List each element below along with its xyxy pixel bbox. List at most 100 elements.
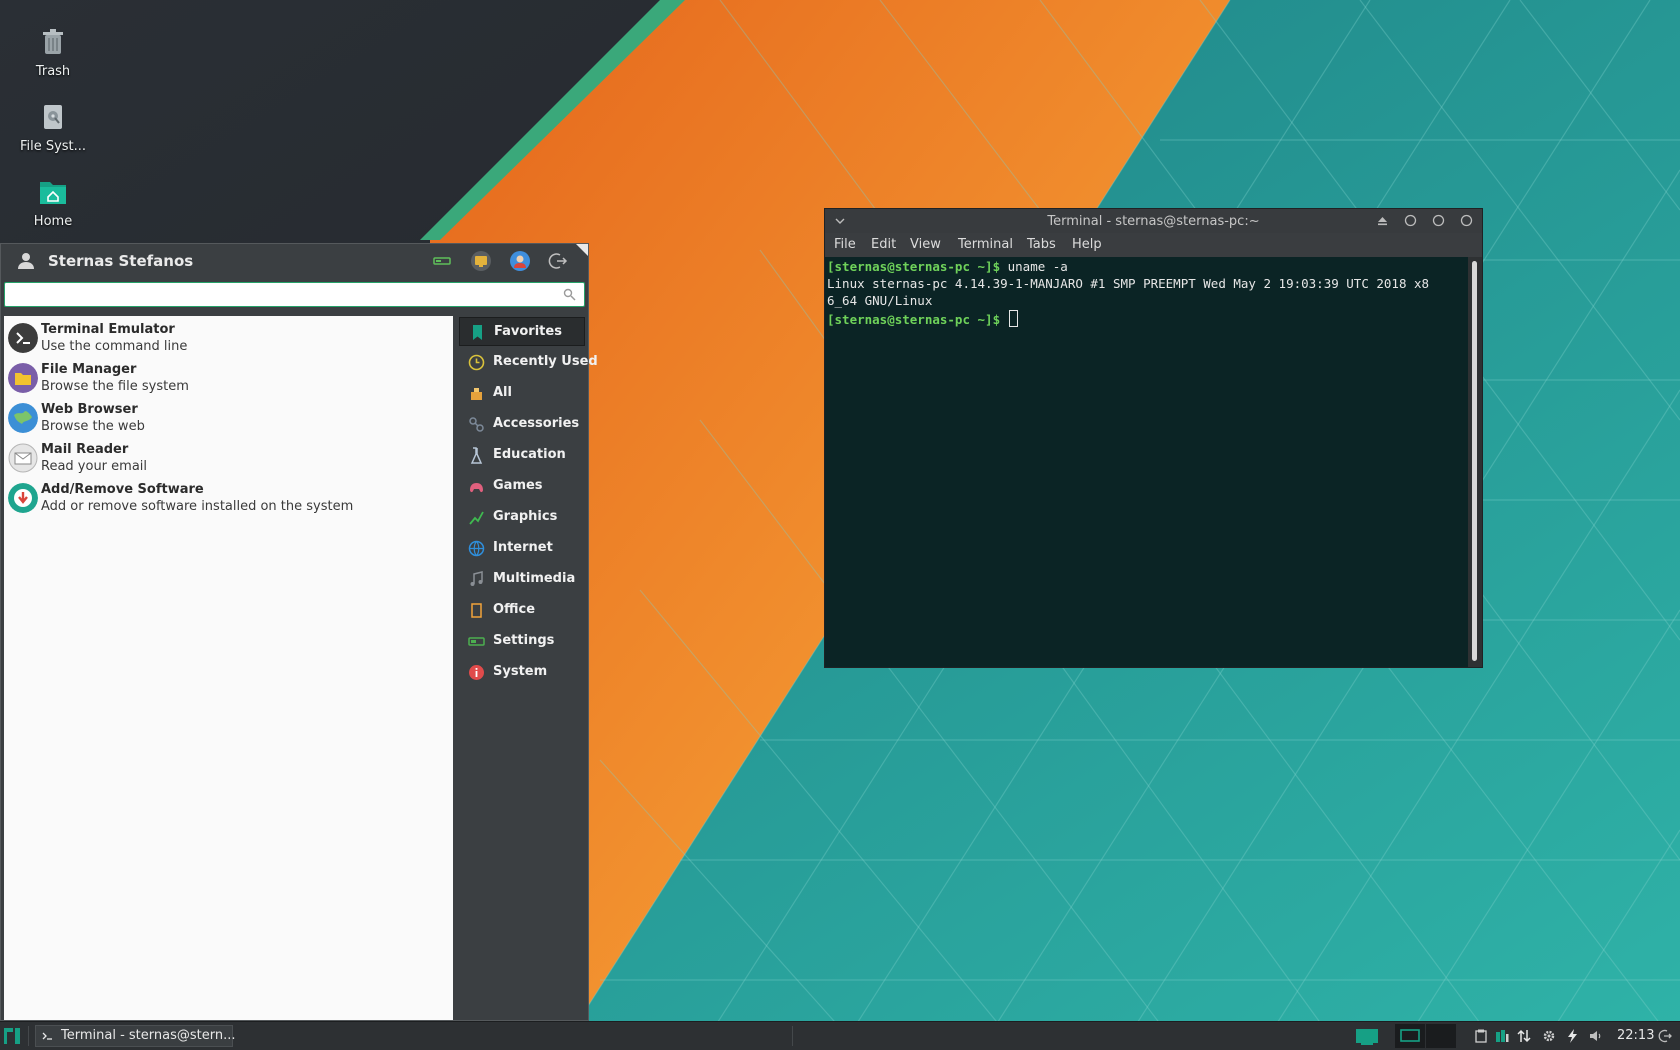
menu-terminal[interactable]: Terminal (958, 237, 1013, 252)
terminal-scrollbar[interactable] (1468, 257, 1482, 667)
menu-help[interactable]: Help (1072, 237, 1102, 252)
category-system[interactable]: System (459, 658, 585, 687)
category-all[interactable]: All (459, 379, 585, 408)
search-field[interactable] (4, 282, 585, 307)
app-name: File Manager (41, 362, 137, 377)
category-graphics[interactable]: Graphics (459, 503, 585, 532)
clipboard-icon[interactable] (1474, 1029, 1488, 1043)
settings-icon (468, 637, 485, 646)
desktop-icon-filesystem[interactable]: File Syst... (5, 101, 101, 154)
terminal-icon (8, 323, 38, 353)
web-browser-icon (8, 403, 38, 433)
workspace-3[interactable] (1426, 1024, 1456, 1048)
scrollbar-thumb[interactable] (1472, 261, 1477, 661)
application-menu: Sternas Stefanos Terminal Emulator Use t… (0, 243, 598, 1021)
desktop-icon-label: Home (33, 214, 73, 229)
close-window-icon[interactable] (1460, 214, 1473, 227)
desktop-icon-home[interactable]: Home (5, 176, 101, 229)
category-office[interactable]: Office (459, 596, 585, 625)
category-label: Office (493, 602, 536, 617)
terminal-menubar: File Edit View Terminal Tabs Help (825, 233, 1482, 257)
text-cursor (1008, 310, 1018, 327)
category-label: Recently Used (493, 354, 598, 369)
battery-icon[interactable] (1495, 1029, 1509, 1043)
settings-manager-icon[interactable] (431, 250, 453, 272)
bookmark-icon (473, 325, 482, 340)
clock-icon (468, 354, 485, 371)
filesystem-icon (44, 105, 62, 129)
lock-screen-icon[interactable] (470, 250, 492, 272)
workspace-1[interactable] (1352, 1024, 1382, 1048)
user-icon (18, 253, 34, 269)
category-accessories[interactable]: Accessories (459, 410, 585, 439)
category-label: Accessories (493, 416, 580, 431)
category-settings[interactable]: Settings (459, 627, 585, 656)
music-icon (470, 571, 483, 586)
category-label: Education (493, 447, 566, 462)
menu-header: Sternas Stefanos (1, 244, 588, 278)
list-item-terminal-emulator[interactable]: Terminal Emulator Use the command line (4, 319, 453, 357)
taskbar-item-terminal[interactable]: Terminal - sternas@stern... (35, 1025, 236, 1047)
category-label: Multimedia (493, 571, 576, 586)
menu-file[interactable]: File (834, 237, 856, 252)
maximize-window-icon[interactable] (1432, 214, 1445, 227)
search-input[interactable] (11, 285, 555, 306)
list-item-file-manager[interactable]: File Manager Browse the file system (4, 359, 453, 397)
volume-icon[interactable] (1589, 1029, 1603, 1043)
category-favorites[interactable]: Favorites (459, 317, 585, 346)
panel-clock[interactable]: 22:13 (1617, 1028, 1654, 1043)
minimize-window-icon[interactable] (1404, 214, 1417, 227)
search-icon (563, 288, 576, 301)
network-icon[interactable] (1517, 1029, 1531, 1043)
user-name: Sternas Stefanos (48, 252, 194, 270)
bottom-panel: Terminal - sternas@stern... 22:13 (0, 1021, 1680, 1050)
workspace-2[interactable] (1395, 1024, 1425, 1048)
category-internet[interactable]: Internet (459, 534, 585, 563)
menu-view[interactable]: View (910, 237, 941, 252)
manjaro-menu-icon[interactable] (4, 1028, 20, 1044)
accessories-icon (469, 417, 484, 432)
panel-separator (792, 1026, 793, 1046)
shade-window-icon[interactable] (1376, 214, 1389, 227)
power-icon[interactable] (1565, 1029, 1579, 1043)
logout-icon[interactable] (547, 250, 569, 272)
app-description: Read your email (41, 459, 148, 474)
settings-tray-icon[interactable] (1542, 1029, 1556, 1043)
panel-separator (28, 1026, 29, 1046)
terminal-prompt: [sternas@sternas-pc ~]$ (827, 259, 1001, 274)
menu-tabs[interactable]: Tabs (1027, 237, 1056, 252)
terminal-prompt: [sternas@sternas-pc ~]$ (827, 312, 1001, 327)
favorites-list: Terminal Emulator Use the command line F… (4, 316, 453, 1020)
category-label: Settings (493, 633, 555, 648)
terminal-window: Terminal - sternas@sternas-pc:~ File Edi… (824, 208, 1483, 668)
list-item-add-remove-software[interactable]: Add/Remove Software Add or remove softwa… (4, 479, 453, 517)
category-multimedia[interactable]: Multimedia (459, 565, 585, 594)
globe-icon (468, 540, 485, 557)
window-titlebar[interactable]: Terminal - sternas@sternas-pc:~ (825, 209, 1482, 233)
category-recently-used[interactable]: Recently Used (459, 348, 598, 377)
app-description: Use the command line (41, 339, 188, 354)
app-description: Browse the web (41, 419, 145, 434)
terminal-line: Linux sternas-pc 4.14.39-1-MANJARO #1 SM… (827, 276, 1430, 291)
list-item-mail-reader[interactable]: Mail Reader Read your email (4, 439, 453, 477)
category-label: Internet (493, 540, 553, 555)
logout-tray-icon[interactable] (1658, 1029, 1672, 1043)
switch-user-icon[interactable] (509, 250, 531, 272)
terminal-output[interactable]: [sternas@sternas-pc ~]$ uname -a Linux s… (825, 257, 1468, 667)
list-item-web-browser[interactable]: Web Browser Browse the web (4, 399, 453, 437)
taskbar-item-label: Terminal - sternas@stern... (61, 1028, 236, 1043)
all-apps-icon (471, 388, 482, 400)
software-icon (8, 483, 38, 513)
file-manager-icon (8, 363, 38, 393)
category-education[interactable]: Education (459, 441, 585, 470)
resize-grip-icon[interactable] (576, 244, 588, 256)
gamepad-icon (470, 483, 483, 493)
app-name: Terminal Emulator (41, 322, 175, 337)
trash-icon (43, 29, 63, 54)
app-name: Add/Remove Software (41, 482, 204, 497)
desktop-icon-label: Trash (35, 64, 71, 79)
office-icon (471, 603, 482, 618)
desktop-icon-trash[interactable]: Trash (5, 26, 101, 79)
menu-edit[interactable]: Edit (871, 237, 896, 252)
category-games[interactable]: Games (459, 472, 585, 501)
